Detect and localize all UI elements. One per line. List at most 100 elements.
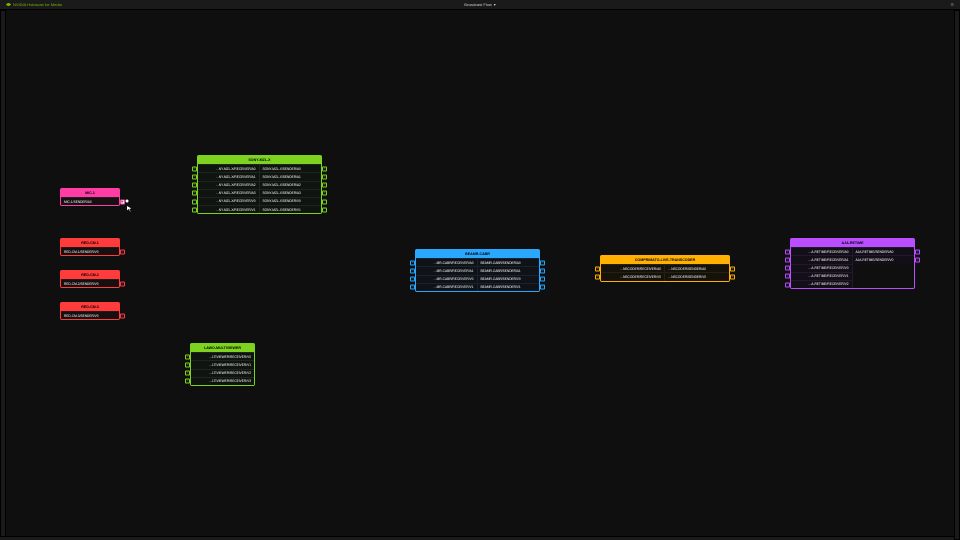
- input-port[interactable]: [785, 258, 790, 263]
- port-label: BEAMR-CABR/SENDER/A1: [481, 269, 521, 273]
- node-sony-mzl-x[interactable]: SONY-MZL-X …NY-MZL-X/RECEIVER/A0 …NY-MZL…: [197, 155, 322, 214]
- port-label: …NY-MZL-X/RECEIVER/A3: [216, 191, 256, 195]
- port-label: RED-CM-1/SENDER/V0: [64, 250, 99, 254]
- output-port[interactable]: [322, 199, 327, 204]
- output-port[interactable]: [540, 277, 545, 282]
- input-port[interactable]: [595, 266, 600, 271]
- input-port[interactable]: [185, 354, 190, 359]
- output-port[interactable]: [322, 166, 327, 171]
- output-port[interactable]: [540, 260, 545, 265]
- port-label: AJA-RETIME/SENDER/V0: [856, 258, 894, 262]
- output-port[interactable]: [730, 266, 735, 271]
- port-label: …A-RETIME/RECEIVER/A0: [808, 250, 848, 254]
- input-port[interactable]: [785, 274, 790, 279]
- input-port[interactable]: [185, 363, 190, 368]
- node-header: RED-CM-3: [61, 303, 119, 311]
- port-label: …NY-MZL-X/RECEIVER/A0: [216, 167, 256, 171]
- node-header: SONY-MZL-X: [198, 156, 321, 164]
- input-port[interactable]: [192, 183, 197, 188]
- input-port[interactable]: [192, 207, 197, 212]
- topbar: NVIDIA Holoscan for Media Broadcast Flow…: [0, 0, 960, 10]
- node-header: BEAMR-CABR: [416, 250, 539, 258]
- port-row: MIC-1/SENDER/A0: [61, 197, 119, 205]
- input-port[interactable]: [410, 277, 415, 282]
- input-port[interactable]: [410, 285, 415, 290]
- port-row: RED-CM-1/SENDER/V0: [61, 247, 119, 255]
- bottom-bar: [0, 536, 960, 540]
- node-comprimato-transcoder[interactable]: COMPRIMATO-LIVE-TRANSCODER …NSCODER/RECE…: [600, 255, 730, 282]
- port-label: SONY-MZL-X/SENDER/A1: [263, 175, 301, 179]
- input-port[interactable]: [185, 371, 190, 376]
- input-port[interactable]: [785, 282, 790, 287]
- port-label: …A-RETIME/RECEIVER/V2: [808, 282, 848, 286]
- port-label: BEAMR-CABR/SENDER/V0: [481, 277, 521, 281]
- input-port[interactable]: [192, 191, 197, 196]
- output-port[interactable]: [730, 275, 735, 280]
- brand-text: NVIDIA Holoscan for Media: [13, 2, 62, 7]
- port-label: SONY-MZL-X/SENDER/A0: [263, 167, 301, 171]
- port-label: …NSCODER/RECEIVER/V0: [620, 275, 661, 279]
- output-port[interactable]: [915, 249, 920, 254]
- port-row: RED-CM-2/SENDER/V0: [61, 279, 119, 287]
- input-port[interactable]: [785, 249, 790, 254]
- port-label: …MR-CABR/RECEIVER/V1: [433, 285, 473, 289]
- node-header: RED-CM-2: [61, 271, 119, 279]
- output-port[interactable]: [540, 285, 545, 290]
- input-port[interactable]: [192, 199, 197, 204]
- input-port[interactable]: [185, 379, 190, 384]
- port-label: SONY-MZL-X/SENDER/V1: [263, 208, 301, 212]
- port-label: RED-CM-2/SENDER/V0: [64, 282, 99, 286]
- node-beamr-cabr[interactable]: BEAMR-CABR …MR-CABR/RECEIVER/A0 …MR-CABR…: [415, 249, 540, 292]
- port-label: …LTIVIEWER/RECEIVER/V1: [209, 363, 251, 367]
- port-label: …NSCODER/SENDER/V0: [668, 275, 706, 279]
- node-header: RED-CM-1: [61, 239, 119, 247]
- port-label: MIC-1/SENDER/A0: [64, 200, 92, 204]
- node-mic-1[interactable]: MIC-1 MIC-1/SENDER/A0: [60, 188, 120, 206]
- node-red-cm-1[interactable]: RED-CM-1 RED-CM-1/SENDER/V0: [60, 238, 120, 256]
- output-port[interactable]: [915, 258, 920, 263]
- output-port[interactable]: [120, 313, 125, 318]
- output-port[interactable]: [540, 269, 545, 274]
- node-red-cm-3[interactable]: RED-CM-3 RED-CM-3/SENDER/V0: [60, 302, 120, 320]
- input-port[interactable]: [410, 260, 415, 265]
- output-port[interactable]: [322, 175, 327, 180]
- port-label: …NSCODER/RECEIVER/A0: [620, 267, 661, 271]
- input-port[interactable]: [595, 275, 600, 280]
- port-label: SONY-MZL-X/SENDER/A2: [263, 183, 301, 187]
- input-port[interactable]: [192, 166, 197, 171]
- output-port[interactable]: [322, 207, 327, 212]
- node-header: MIC-1: [61, 189, 119, 197]
- port-row: RED-CM-3/SENDER/V0: [61, 311, 119, 319]
- input-port[interactable]: [410, 269, 415, 274]
- output-port[interactable]: [120, 249, 125, 254]
- settings-button[interactable]: ⚙: [950, 2, 954, 7]
- cursor-icon: [127, 199, 133, 205]
- chevron-down-icon: ▾: [494, 2, 496, 7]
- node-red-cm-2[interactable]: RED-CM-2 RED-CM-2/SENDER/V0: [60, 270, 120, 288]
- port-label: AJA-RETIME/SENDER/A0: [856, 250, 894, 254]
- input-port[interactable]: [785, 266, 790, 271]
- port-label: …LTIVIEWER/RECEIVER/V3: [209, 379, 251, 383]
- node-header: COMPRIMATO-LIVE-TRANSCODER: [601, 256, 729, 264]
- graph-canvas[interactable]: MIC-1 MIC-1/SENDER/A0 RED-CM-1 RED-CM-1/…: [0, 10, 960, 540]
- input-port[interactable]: [192, 175, 197, 180]
- port-label: BEAMR-CABR/SENDER/A0: [481, 261, 521, 265]
- port-label: …A-RETIME/RECEIVER/V0: [808, 266, 848, 270]
- port-label: …MR-CABR/RECEIVER/V0: [433, 277, 473, 281]
- output-port[interactable]: [120, 199, 125, 204]
- output-port[interactable]: [322, 183, 327, 188]
- port-label: …LTIVIEWER/RECEIVER/V0: [209, 355, 251, 359]
- port-label: …NSCODER/SENDER/A0: [668, 267, 706, 271]
- node-header: LAWO-MULTIVIEWER: [191, 344, 254, 352]
- output-port[interactable]: [120, 281, 125, 286]
- port-label: BEAMR-CABR/SENDER/V1: [481, 285, 521, 289]
- port-label: …NY-MZL-X/RECEIVER/A2: [216, 183, 256, 187]
- flow-title-dropdown[interactable]: Broadcast Flow ▾: [464, 2, 496, 7]
- port-label: …NY-MZL-X/RECEIVER/V0: [216, 199, 256, 203]
- gear-icon: ⚙: [950, 2, 954, 7]
- output-port[interactable]: [322, 191, 327, 196]
- node-lawo-multiviewer[interactable]: LAWO-MULTIVIEWER …LTIVIEWER/RECEIVER/V0 …: [190, 343, 255, 386]
- node-aja-retime[interactable]: AJA-RETIME …A-RETIME/RECEIVER/A0 …A-RETI…: [790, 238, 915, 289]
- port-label: …LTIVIEWER/RECEIVER/V2: [209, 371, 251, 375]
- port-label: SONY-MZL-X/SENDER/V0: [263, 199, 301, 203]
